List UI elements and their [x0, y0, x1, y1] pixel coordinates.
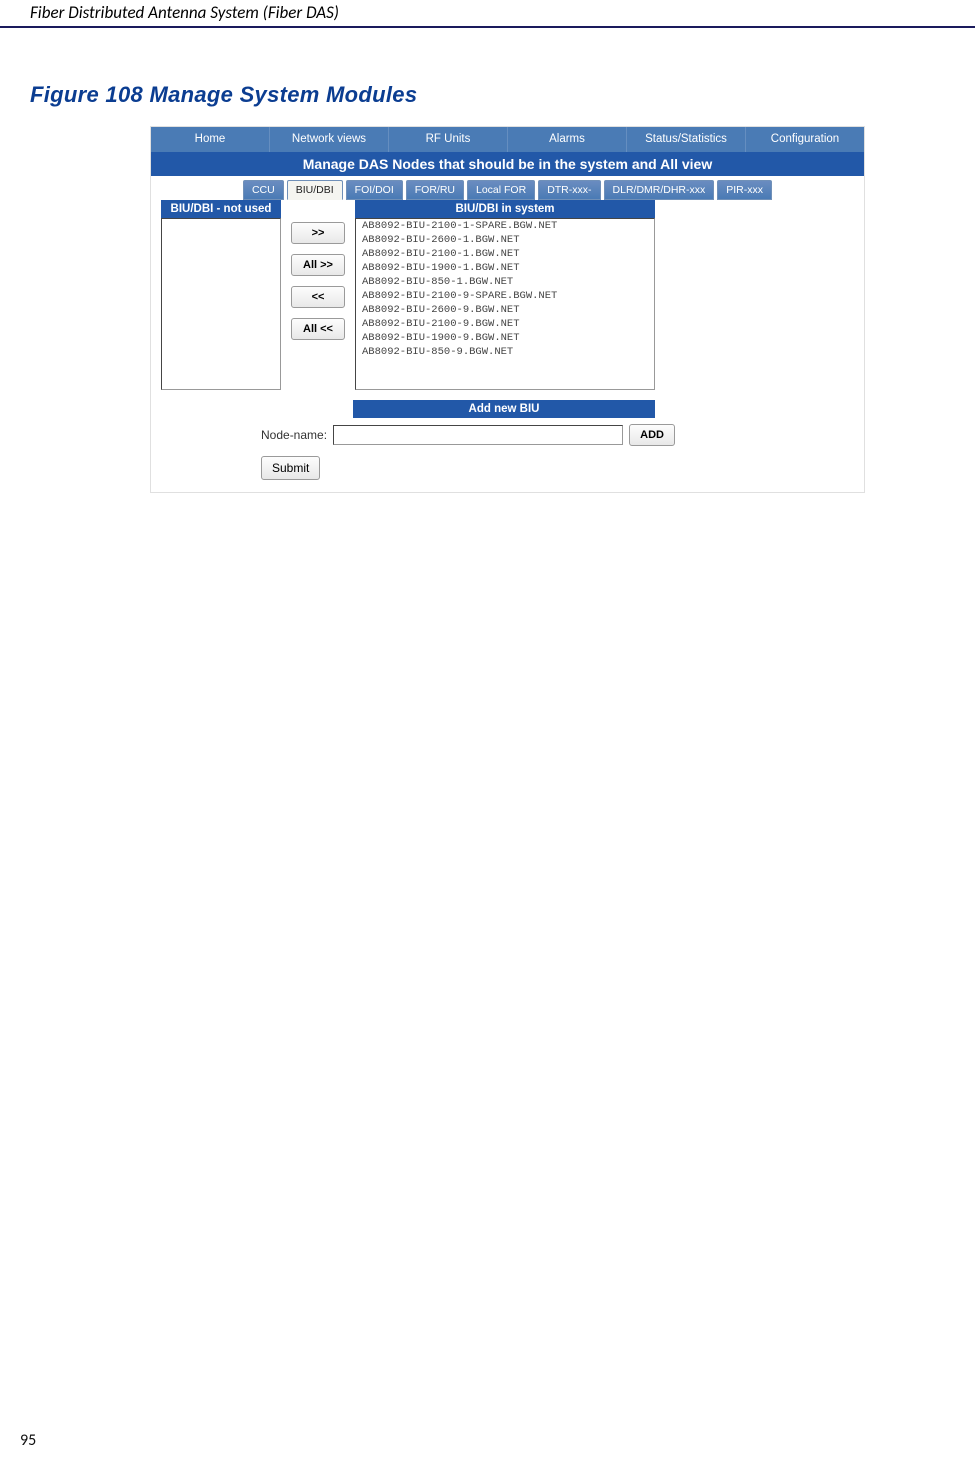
- tab-foi-doi[interactable]: FOI/DOI: [346, 180, 403, 200]
- add-button[interactable]: ADD: [629, 424, 675, 446]
- list-item[interactable]: AB8092-BIU-2100-9-SPARE.BGW.NET: [356, 289, 654, 303]
- node-name-label: Node-name:: [261, 428, 327, 442]
- tab-for-ru[interactable]: FOR/RU: [406, 180, 464, 200]
- node-name-input[interactable]: [333, 425, 623, 445]
- in-system-listbox[interactable]: AB8092-BIU-2100-1-SPARE.BGW.NET AB8092-B…: [355, 218, 655, 390]
- app-screenshot: Home Network views RF Units Alarms Statu…: [150, 126, 865, 493]
- figure-caption: Figure 108 Manage System Modules: [30, 82, 945, 108]
- doc-title: Fiber Distributed Antenna System (Fiber …: [30, 2, 339, 23]
- bottom-area: Add new BIU Node-name: ADD Submit: [151, 400, 864, 492]
- left-list-header: BIU/DBI - not used: [161, 200, 281, 218]
- nav-status-statistics[interactable]: Status/Statistics: [627, 127, 746, 152]
- submit-row: Submit: [261, 456, 854, 480]
- nav-configuration[interactable]: Configuration: [746, 127, 864, 152]
- list-item[interactable]: AB8092-BIU-2100-9.BGW.NET: [356, 317, 654, 331]
- not-used-listbox[interactable]: [161, 218, 281, 390]
- list-item[interactable]: AB8092-BIU-2600-9.BGW.NET: [356, 303, 654, 317]
- nav-network-views[interactable]: Network views: [270, 127, 389, 152]
- page-header: Fiber Distributed Antenna System (Fiber …: [0, 0, 975, 28]
- list-item[interactable]: AB8092-BIU-850-1.BGW.NET: [356, 275, 654, 289]
- left-column: BIU/DBI - not used: [161, 200, 281, 390]
- list-item[interactable]: AB8092-BIU-2100-1-SPARE.BGW.NET: [356, 219, 654, 233]
- right-list-header: BIU/DBI in system: [355, 200, 655, 218]
- tab-dtr[interactable]: DTR-xxx-: [538, 180, 600, 200]
- nav-alarms[interactable]: Alarms: [508, 127, 627, 152]
- add-new-header: Add new BIU: [353, 400, 655, 418]
- page-number: 95: [20, 1431, 36, 1450]
- nav-rf-units[interactable]: RF Units: [389, 127, 508, 152]
- add-all-button[interactable]: All >>: [291, 254, 345, 276]
- tab-ccu[interactable]: CCU: [243, 180, 284, 200]
- module-tabs: CCU BIU/DBI FOI/DOI FOR/RU Local FOR DTR…: [151, 176, 864, 200]
- add-new-row: Node-name: ADD: [261, 424, 854, 446]
- tab-pir[interactable]: PIR-xxx: [717, 180, 772, 200]
- list-item[interactable]: AB8092-BIU-1900-9.BGW.NET: [356, 331, 654, 345]
- list-item[interactable]: AB8092-BIU-2600-1.BGW.NET: [356, 233, 654, 247]
- list-item[interactable]: AB8092-BIU-850-9.BGW.NET: [356, 345, 654, 359]
- add-one-button[interactable]: >>: [291, 222, 345, 244]
- tab-dlr-dmr-dhr[interactable]: DLR/DMR/DHR-xxx: [604, 180, 715, 200]
- list-item[interactable]: AB8092-BIU-2100-1.BGW.NET: [356, 247, 654, 261]
- right-column: BIU/DBI in system AB8092-BIU-2100-1-SPAR…: [355, 200, 655, 390]
- remove-one-button[interactable]: <<: [291, 286, 345, 308]
- tab-biu-dbi[interactable]: BIU/DBI: [287, 180, 343, 200]
- tab-local-for[interactable]: Local FOR: [467, 180, 535, 200]
- remove-all-button[interactable]: All <<: [291, 318, 345, 340]
- nav-home[interactable]: Home: [151, 127, 270, 152]
- dual-list-area: BIU/DBI - not used >> All >> << All << B…: [151, 200, 864, 400]
- section-banner: Manage DAS Nodes that should be in the s…: [151, 152, 864, 176]
- move-button-column: >> All >> << All <<: [281, 200, 355, 390]
- content-area: Figure 108 Manage System Modules Home Ne…: [0, 28, 975, 493]
- list-item[interactable]: AB8092-BIU-1900-1.BGW.NET: [356, 261, 654, 275]
- submit-button[interactable]: Submit: [261, 456, 320, 480]
- top-nav: Home Network views RF Units Alarms Statu…: [151, 127, 864, 152]
